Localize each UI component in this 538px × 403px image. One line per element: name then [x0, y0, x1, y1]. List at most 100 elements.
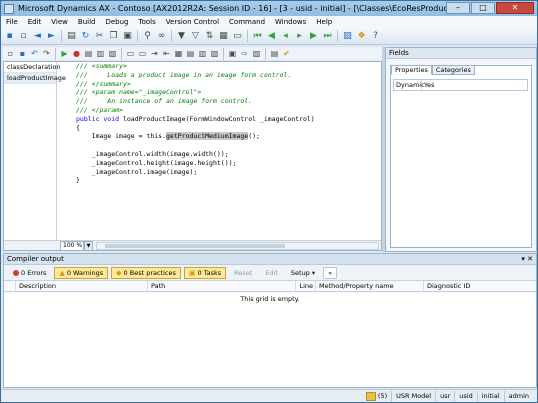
copy-icon[interactable]: ❐ — [107, 30, 120, 43]
code-line[interactable]: /// <param name="_imageControl"> — [76, 88, 380, 97]
redo-icon[interactable]: ↷ — [41, 48, 52, 59]
previous-record-icon[interactable]: ◂ — [279, 30, 292, 43]
uncomment-icon[interactable]: ▭ — [137, 48, 148, 59]
column-header-diagnostic-id[interactable]: Diagnostic ID — [424, 281, 536, 291]
go-icon[interactable]: ⇨ — [239, 48, 250, 59]
list-classes-icon[interactable]: ▤ — [185, 48, 196, 59]
code-line[interactable] — [76, 141, 380, 150]
help-icon[interactable]: ? — [369, 30, 382, 43]
menu-view[interactable]: View — [46, 18, 73, 26]
code-line[interactable]: /// An instance of an image form control… — [76, 97, 380, 106]
minimize-button[interactable]: – — [446, 2, 470, 14]
more-button[interactable]: » — [323, 266, 338, 279]
previous-page-icon[interactable]: ◀ — [265, 30, 278, 43]
menu-edit[interactable]: Edit — [23, 18, 47, 26]
code-text[interactable]: /// <summary>/// Loads a product image i… — [62, 62, 380, 238]
new-method-icon[interactable]: ▫ — [5, 48, 16, 59]
script-icon[interactable]: ▧ — [107, 48, 118, 59]
comment-icon[interactable]: ▭ — [125, 48, 136, 59]
cut-icon[interactable]: ✂ — [93, 30, 106, 43]
code-line[interactable]: _imageControl.width(image.width()); — [76, 150, 380, 159]
column-header-icon[interactable] — [4, 281, 16, 291]
errors-button[interactable]: 0 Errors — [8, 267, 51, 279]
horizontal-scrollbar[interactable] — [96, 242, 379, 250]
code-line[interactable]: public void loadProductImage(FormWindowC… — [76, 115, 380, 124]
undo-icon[interactable]: ↶ — [29, 48, 40, 59]
tab-categories[interactable]: Categories — [431, 65, 475, 75]
status-notifications[interactable]: (5) — [362, 391, 391, 402]
menu-help[interactable]: Help — [311, 18, 337, 26]
list-enums-icon[interactable]: ▧ — [209, 48, 220, 59]
code-line[interactable]: { — [76, 124, 380, 133]
best-practice-icon[interactable]: ✔ — [281, 48, 292, 59]
filter-icon[interactable]: ▼ — [175, 30, 188, 43]
column-header-description[interactable]: Description — [16, 281, 148, 291]
pane-options-icon[interactable]: ▾ ✕ — [521, 254, 533, 265]
menu-file[interactable]: File — [1, 18, 23, 26]
save-icon[interactable]: ▪ — [3, 30, 16, 43]
new-icon[interactable]: ▫ — [17, 30, 30, 43]
next-record-icon[interactable]: ▸ — [293, 30, 306, 43]
form-icon[interactable]: ▭ — [231, 30, 244, 43]
next-page-icon[interactable]: ▶ — [307, 30, 320, 43]
column-header-path[interactable]: Path — [148, 281, 296, 291]
reset-button[interactable]: Reset — [229, 267, 257, 279]
grid-icon[interactable]: ▦ — [217, 30, 230, 43]
menu-version-control[interactable]: Version Control — [161, 18, 224, 26]
source-control-icon[interactable]: ▨ — [251, 48, 262, 59]
maximize-button[interactable]: □ — [471, 2, 495, 14]
run-icon[interactable]: ▶ — [59, 48, 70, 59]
first-record-icon[interactable]: ⏮ — [251, 30, 264, 43]
best-practices-button[interactable]: ◆ 0 Best practices — [111, 266, 181, 279]
tab-properties[interactable]: Properties — [391, 65, 432, 75]
table-browser-icon[interactable]: ❖ — [355, 30, 368, 43]
output-grid[interactable]: This grid is empty. — [4, 293, 536, 387]
status-model[interactable]: USR Model — [391, 390, 435, 402]
view-icon[interactable]: ▤ — [269, 48, 280, 59]
code-line[interactable]: /// </summary> — [76, 80, 380, 89]
status-state[interactable]: initial — [476, 390, 504, 402]
outdent-icon[interactable]: ⇤ — [161, 48, 172, 59]
property-value[interactable]: Yes — [422, 80, 527, 90]
filter-selection-icon[interactable]: ▽ — [189, 30, 202, 43]
code-line[interactable]: Image image = this.getProductMediumImage… — [76, 132, 380, 141]
menu-windows[interactable]: Windows — [270, 18, 311, 26]
compile-icon[interactable]: ▤ — [83, 48, 94, 59]
code-line[interactable]: /// <summary> — [76, 62, 380, 71]
property-row[interactable]: Dynamic Yes — [393, 79, 528, 91]
find-icon[interactable]: ⚲ — [141, 30, 154, 43]
method-item-classdeclaration[interactable]: classDeclaration — [4, 62, 61, 73]
code-line[interactable]: } — [76, 176, 380, 185]
chevron-down-icon[interactable]: ▼ — [84, 241, 93, 251]
menu-tools[interactable]: Tools — [134, 18, 161, 26]
binoculars-icon[interactable]: ∞ — [155, 30, 168, 43]
properties-icon[interactable]: ▣ — [227, 48, 238, 59]
sort-icon[interactable]: ⇅ — [203, 30, 216, 43]
print-icon[interactable]: ▤ — [65, 30, 78, 43]
status-user[interactable]: usid — [454, 390, 476, 402]
status-role[interactable]: admin — [503, 390, 533, 402]
lookup-icon[interactable]: ▥ — [95, 48, 106, 59]
last-record-icon[interactable]: ⏭ — [321, 30, 334, 43]
save-method-icon[interactable]: ▪ — [17, 48, 28, 59]
list-types-icon[interactable]: ▥ — [197, 48, 208, 59]
zoom-field[interactable]: 100 % — [60, 241, 84, 251]
list-tables-icon[interactable]: ▦ — [173, 48, 184, 59]
column-header-method[interactable]: Method/Property name — [316, 281, 424, 291]
forward-icon[interactable]: ► — [45, 30, 58, 43]
document-handling-icon[interactable]: ▧ — [341, 30, 354, 43]
column-header-line[interactable]: Line — [296, 281, 316, 291]
code-line[interactable]: _imageControl.height(image.height()); — [76, 159, 380, 168]
menu-debug[interactable]: Debug — [100, 18, 133, 26]
close-button[interactable]: ✕ — [496, 2, 534, 14]
refresh-icon[interactable]: ↻ — [79, 30, 92, 43]
scrollbar-thumb[interactable] — [105, 244, 285, 248]
menu-command[interactable]: Command — [224, 18, 270, 26]
code-line[interactable]: _imageControl.image(image); — [76, 168, 380, 177]
back-icon[interactable]: ◄ — [31, 30, 44, 43]
warnings-button[interactable]: ▲ 0 Warnings — [54, 266, 109, 279]
paste-icon[interactable]: ▣ — [121, 30, 134, 43]
tasks-button[interactable]: ▣ 0 Tasks — [183, 266, 227, 279]
code-line[interactable]: /// Loads a product image in an image fo… — [76, 71, 380, 80]
menu-build[interactable]: Build — [73, 18, 101, 26]
